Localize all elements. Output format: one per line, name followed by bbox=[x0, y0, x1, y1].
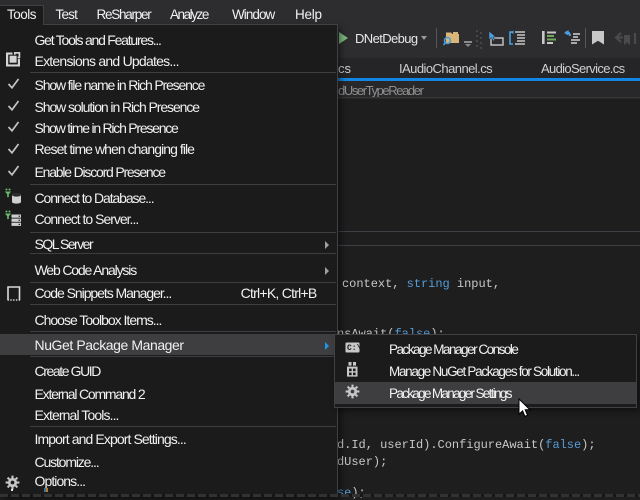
svg-text:C:\: C:\ bbox=[347, 344, 360, 353]
